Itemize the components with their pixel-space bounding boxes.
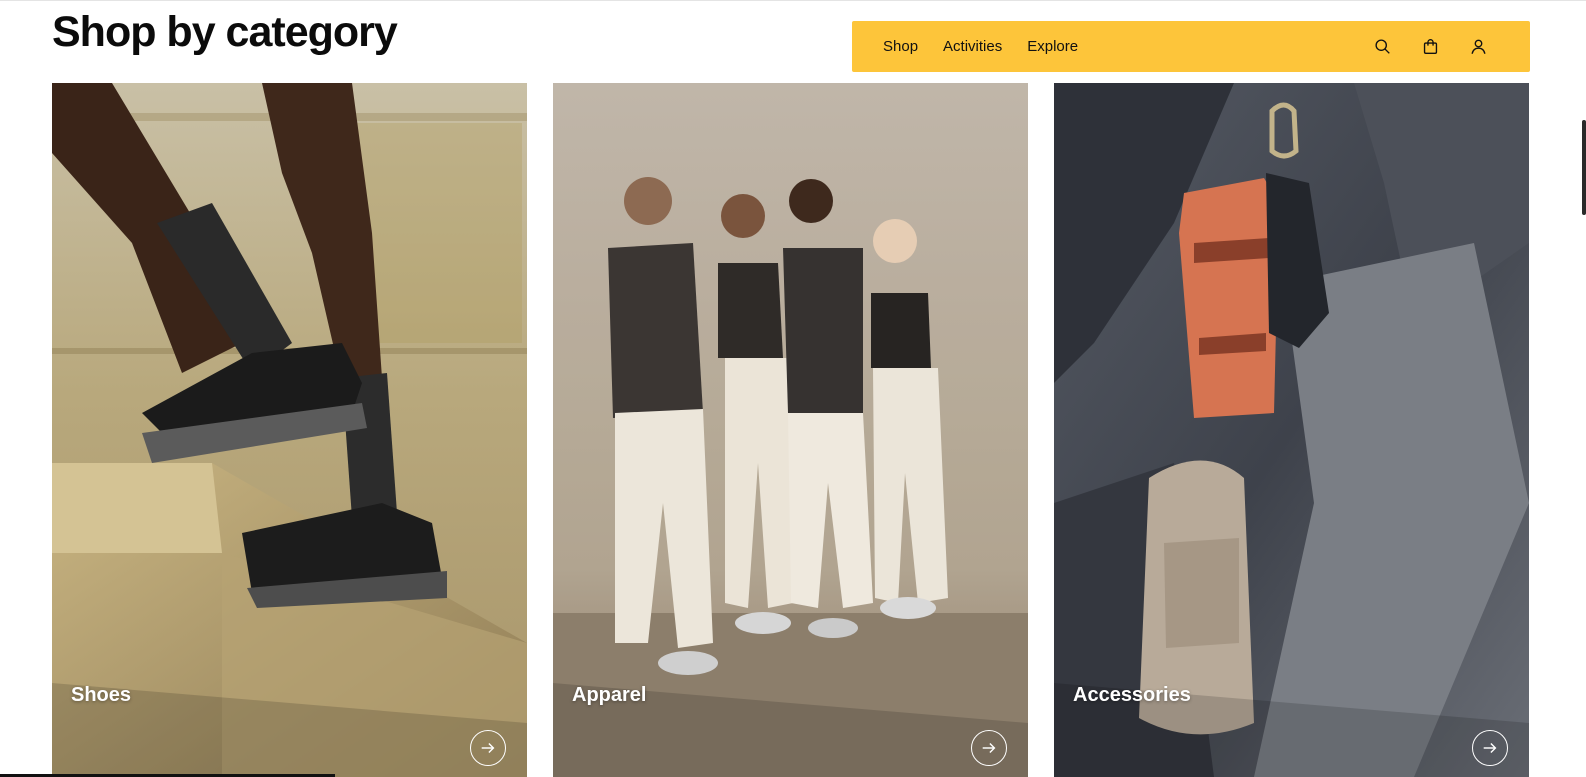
arrow-right-icon[interactable]: [1472, 730, 1508, 766]
apparel-image: [553, 83, 1028, 777]
shopping-bag-icon[interactable]: [1420, 37, 1440, 57]
search-icon[interactable]: [1372, 37, 1392, 57]
account-icon[interactable]: [1468, 37, 1488, 57]
nav-link-explore[interactable]: Explore: [1027, 21, 1078, 72]
arrow-right-icon[interactable]: [971, 730, 1007, 766]
category-card-accessories[interactable]: Accessories: [1054, 83, 1529, 777]
category-label-apparel: Apparel: [572, 684, 647, 706]
category-card-apparel[interactable]: Apparel: [553, 83, 1028, 777]
top-divider: [0, 0, 1586, 1]
nav-link-activities[interactable]: Activities: [943, 21, 1002, 72]
shoes-image: [52, 83, 527, 777]
accessories-image: [1054, 83, 1529, 777]
nav-link-shop[interactable]: Shop: [883, 21, 918, 72]
scrollbar-thumb[interactable]: [1582, 120, 1586, 215]
category-label-accessories: Accessories: [1073, 684, 1191, 706]
nav-links: Shop Activities Explore: [883, 21, 1103, 72]
category-label-shoes: Shoes: [71, 684, 132, 706]
arrow-right-icon[interactable]: [470, 730, 506, 766]
nav-icons: [1344, 21, 1488, 72]
main-navbar: Shop Activities Explore: [852, 21, 1530, 72]
page-title: Shop by category: [52, 8, 398, 56]
category-card-shoes[interactable]: Shoes: [52, 83, 527, 777]
